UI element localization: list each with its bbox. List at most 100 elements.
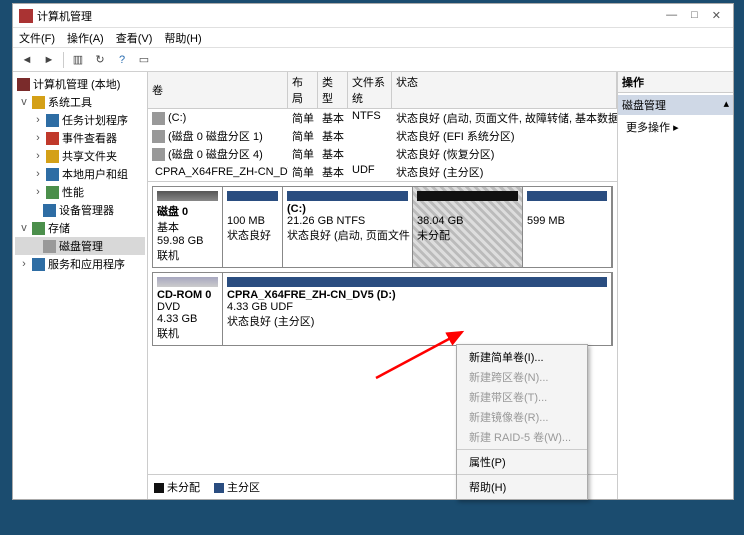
computer-icon [17, 78, 30, 91]
back-icon[interactable]: ◄ [19, 52, 35, 68]
app-icon [19, 9, 33, 23]
col-status[interactable]: 状态 [392, 72, 617, 108]
window-title: 计算机管理 [37, 8, 666, 24]
part-bar [287, 191, 408, 201]
ctx-new-mirrored-volume: 新建镜像卷(R)... [457, 407, 587, 427]
table-row[interactable]: (C:)简单基本NTFS状态良好 (启动, 页面文件, 故障转储, 基本数据分 [148, 109, 617, 127]
chevron-right-icon: ▸ [673, 122, 679, 134]
close-button[interactable]: ✕ [712, 9, 721, 22]
tools-icon [32, 96, 45, 109]
disk-name: CD-ROM 0 [157, 289, 211, 301]
tree-label: 存储 [48, 220, 70, 236]
tree-users[interactable]: ›本地用户和组 [15, 165, 145, 183]
disk-size: 4.33 GB [157, 313, 197, 325]
caret-icon: › [33, 150, 43, 162]
vol-icon [152, 148, 165, 161]
disk-icon [43, 240, 56, 253]
table-row[interactable]: (磁盘 0 磁盘分区 4)简单基本状态良好 (恢复分区) [148, 145, 617, 163]
tree-event[interactable]: › 事件查看器 [15, 129, 145, 147]
tree-label: 服务和应用程序 [48, 256, 125, 272]
disk-header[interactable]: CD-ROM 0 DVD 4.33 GB 联机 [153, 273, 223, 345]
menu-file[interactable]: 文件(F) [19, 30, 55, 46]
partition-c[interactable]: (C:)21.26 GB NTFS状态良好 (启动, 页面文件 [283, 187, 413, 267]
maximize-button[interactable]: □ [691, 9, 698, 22]
action-more[interactable]: 更多操作 ▸ [622, 115, 729, 139]
disk-row-cdrom[interactable]: CD-ROM 0 DVD 4.33 GB 联机 CPRA_X64FRE_ZH-C… [152, 272, 613, 346]
disk-size: 59.98 GB [157, 235, 203, 247]
action-diskmgmt[interactable]: 磁盘管理▴ [618, 95, 733, 115]
minimize-button[interactable]: — [666, 9, 677, 22]
table-row[interactable]: (磁盘 0 磁盘分区 1)简单基本状态良好 (EFI 系统分区) [148, 127, 617, 145]
disk-row-0[interactable]: 磁盘 0 基本 59.98 GB 联机 100 MB状态良好 (C:)21.26… [152, 186, 613, 268]
partition-unallocated[interactable]: 38.04 GB未分配 [413, 187, 523, 267]
menu-help[interactable]: 帮助(H) [164, 30, 201, 46]
nav-tree: 计算机管理 (本地) v系统工具 ›任务计划程序 ›事件查看器 ›共享文件夹 ›… [13, 72, 148, 499]
app-window: 计算机管理 — □ ✕ 文件(F) 操作(A) 查看(V) 帮助(H) ◄ ► … [12, 3, 734, 500]
legend-primary: 主分区 [214, 479, 260, 495]
actions-header: 操作 [618, 72, 733, 93]
device-icon [43, 204, 56, 217]
disk-bar [157, 277, 218, 287]
legend-swatch [154, 483, 164, 493]
tree-shared[interactable]: › 共享文件夹 [15, 147, 145, 165]
caret-icon: v [19, 222, 29, 234]
disk-bar [157, 191, 218, 201]
ctx-new-raid5-volume: 新建 RAID-5 卷(W)... [457, 427, 587, 447]
disk-name: 磁盘 0 [157, 206, 188, 218]
legend-unallocated: 未分配 [154, 479, 200, 495]
col-layout[interactable]: 布局 [288, 72, 318, 108]
tree-task[interactable]: ›任务计划程序 [15, 111, 145, 129]
part-bar [417, 191, 518, 201]
storage-icon [32, 222, 45, 235]
col-volume[interactable]: 卷 [148, 72, 288, 108]
tree-services[interactable]: › 服务和应用程序 [15, 255, 145, 273]
partition-recovery[interactable]: 599 MB [523, 187, 612, 267]
menu-action[interactable]: 操作(A) [67, 30, 104, 46]
disk-status: 联机 [157, 250, 179, 262]
caret-icon: v [19, 96, 29, 108]
help-icon[interactable]: ? [114, 52, 130, 68]
actions-pane: 操作 磁盘管理▴ 更多操作 ▸ [618, 72, 733, 499]
tree-perf[interactable]: ›性能 [15, 183, 145, 201]
part-bar [227, 191, 278, 201]
tree-label: 任务计划程序 [62, 112, 128, 128]
settings-icon[interactable]: ▭ [136, 52, 152, 68]
tree-storage[interactable]: v 存储 [15, 219, 145, 237]
caret-icon: › [19, 258, 29, 270]
tree-systools[interactable]: v 系统工具 [15, 93, 145, 111]
ctx-new-spanned-volume: 新建跨区卷(N)... [457, 367, 587, 387]
legend-swatch [214, 483, 224, 493]
forward-icon[interactable]: ► [41, 52, 57, 68]
partition-efi[interactable]: 100 MB状态良好 [223, 187, 283, 267]
tree-diskmgmt[interactable]: 磁盘管理 [15, 237, 145, 255]
disk-status: 联机 [157, 328, 179, 340]
tree-root-label: 计算机管理 (本地) [33, 76, 120, 92]
context-menu: 新建简单卷(I)... 新建跨区卷(N)... 新建带区卷(T)... 新建镜像… [456, 344, 588, 500]
ctx-new-simple-volume[interactable]: 新建简单卷(I)... [457, 347, 587, 367]
refresh-icon[interactable]: ↻ [92, 52, 108, 68]
disk-type: 基本 [157, 222, 179, 234]
caret-up-icon: ▴ [723, 97, 729, 113]
tree-label: 共享文件夹 [62, 148, 117, 164]
partition-dvd[interactable]: CPRA_X64FRE_ZH-CN_DV5 (D:)4.33 GB UDF状态良… [223, 273, 612, 345]
vol-icon [152, 130, 165, 143]
col-fs[interactable]: 文件系统 [348, 72, 392, 108]
tree-label: 事件查看器 [62, 130, 117, 146]
tree-label: 系统工具 [48, 94, 92, 110]
tree-devmgr[interactable]: 设备管理器 [15, 201, 145, 219]
caret-icon: › [33, 186, 43, 198]
menu-view[interactable]: 查看(V) [116, 30, 153, 46]
table-row[interactable]: CPRA_X64FRE_ZH-CN_DV5 (D:)简单基本UDF状态良好 (主… [148, 163, 617, 181]
ctx-help[interactable]: 帮助(H) [457, 477, 587, 497]
tree-label: 磁盘管理 [59, 238, 103, 254]
tree-root[interactable]: 计算机管理 (本地) [15, 75, 145, 93]
disk-header[interactable]: 磁盘 0 基本 59.98 GB 联机 [153, 187, 223, 267]
show-icon[interactable]: ▥ [70, 52, 86, 68]
ctx-divider [457, 474, 587, 475]
caret-icon: › [33, 132, 43, 144]
col-type[interactable]: 类型 [318, 72, 348, 108]
table-header: 卷 布局 类型 文件系统 状态 [148, 72, 617, 109]
ctx-divider [457, 449, 587, 450]
ctx-properties[interactable]: 属性(P) [457, 452, 587, 472]
tree-label: 本地用户和组 [62, 166, 128, 182]
